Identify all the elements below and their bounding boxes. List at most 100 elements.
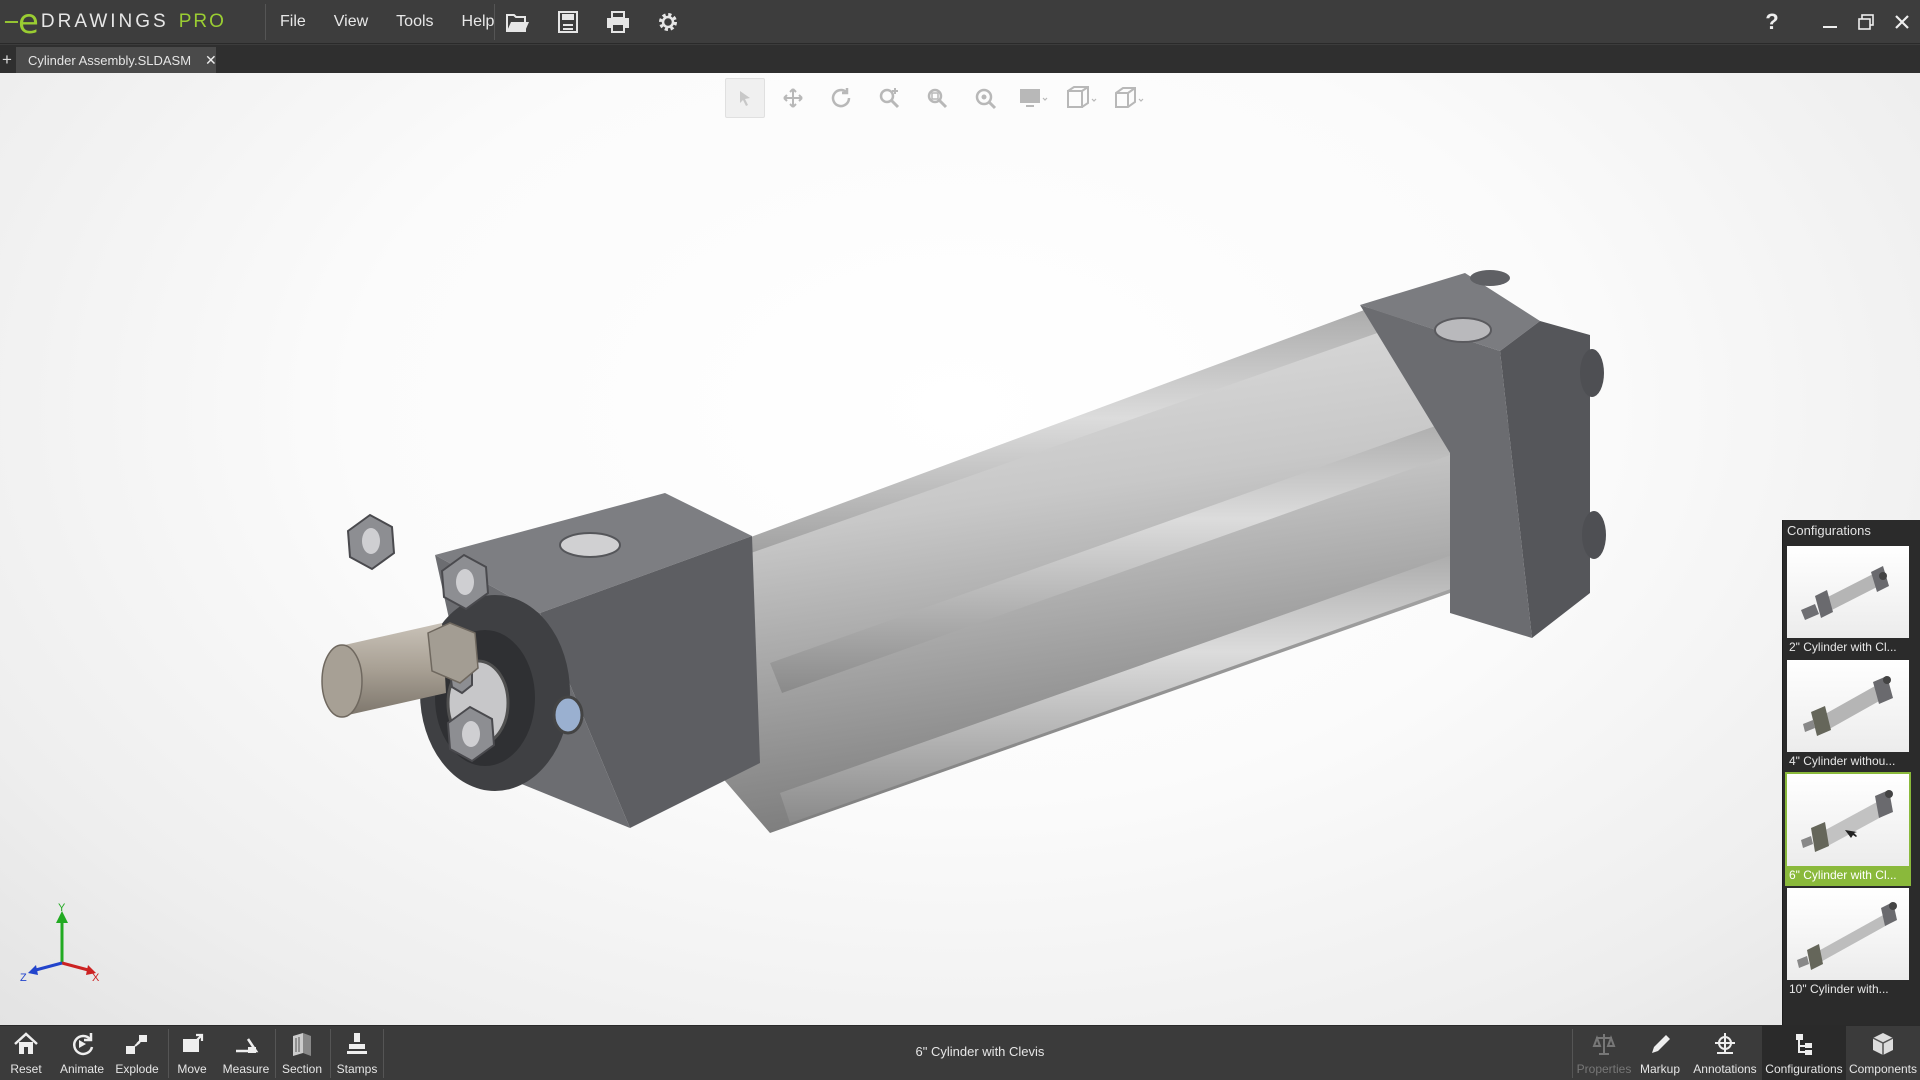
orientation-triad: Y X Z	[20, 903, 100, 983]
section-label: Section	[281, 1062, 323, 1076]
config-label: 4" Cylinder withou...	[1789, 754, 1896, 768]
zoom-to-area-button[interactable]	[917, 78, 957, 118]
pencil-icon	[1652, 1035, 1670, 1053]
explode-icon	[126, 1035, 147, 1054]
print-icon	[607, 11, 629, 33]
zoom-tool-button[interactable]	[869, 78, 909, 118]
tab-label: Cylinder Assembly.SLDASM	[28, 52, 192, 68]
pan-icon	[783, 88, 803, 108]
config-thumbnail	[1787, 774, 1909, 866]
rotate-tool-button[interactable]	[821, 78, 861, 118]
tab-cylinder-assembly[interactable]: Cylinder Assembly.SLDASM ✕	[16, 47, 217, 73]
configurations-panel: Configurations 2" Cylinder with Cl... 4"…	[1782, 520, 1920, 1025]
view-cube-button[interactable]	[1109, 78, 1149, 118]
view-toolbar	[725, 78, 1149, 118]
open-button[interactable]	[500, 4, 536, 40]
cylinder-thumbnail-icon	[1801, 566, 1889, 620]
cylinder-thumbnail-icon	[1803, 676, 1893, 736]
zoom-area-icon	[927, 88, 948, 109]
view-orientation-button[interactable]	[1061, 78, 1101, 118]
components-icon	[1872, 1033, 1894, 1055]
gear-icon	[659, 13, 677, 31]
explode-button[interactable]: Explode	[114, 1026, 160, 1080]
toolbar-divider	[383, 1029, 384, 1078]
animate-button[interactable]: Animate	[56, 1026, 108, 1080]
print-button[interactable]	[600, 4, 636, 40]
section-icon	[293, 1033, 311, 1056]
move-label: Move	[177, 1062, 207, 1076]
3d-viewport[interactable]: Y X Z	[0, 73, 1920, 1025]
section-button[interactable]: Section	[278, 1026, 326, 1080]
configurations-label: Configurations	[1765, 1062, 1843, 1076]
new-tab-button[interactable]: +	[0, 51, 14, 71]
save-icon	[558, 11, 578, 33]
components-label: Components	[1848, 1062, 1918, 1076]
explode-label: Explode	[115, 1062, 159, 1076]
axis-x-label: X	[92, 972, 100, 983]
menu-tools[interactable]: Tools	[382, 0, 447, 44]
toolbar-divider	[1572, 1029, 1573, 1078]
zoom-to-fit-button[interactable]	[965, 78, 1005, 118]
menu-bar: File View Tools Help	[266, 0, 508, 44]
title-bar: e DRAWINGS PRO File View Tools Help ?	[0, 0, 1920, 44]
cube-icon	[1115, 87, 1144, 108]
quick-access-toolbar	[500, 4, 686, 40]
reset-label: Reset	[10, 1062, 42, 1076]
select-tool-button[interactable]	[725, 78, 765, 118]
minimize-icon	[1823, 26, 1837, 28]
measure-icon	[236, 1038, 259, 1053]
document-tab-bar: + Cylinder Assembly.SLDASM ✕	[0, 45, 1920, 73]
display-style-button[interactable]	[1013, 78, 1053, 118]
active-configuration-status: 6" Cylinder with Clevis	[915, 1044, 1045, 1059]
stamp-icon	[347, 1033, 367, 1054]
window-controls: ?	[1754, 0, 1920, 44]
annotations-button[interactable]: Annotations	[1690, 1026, 1760, 1080]
restore-button[interactable]	[1848, 4, 1884, 40]
cylinder-thumbnail-icon	[1801, 790, 1893, 852]
toolbar-divider	[330, 1029, 331, 1078]
help-button[interactable]: ?	[1754, 4, 1790, 40]
markup-button[interactable]: Markup	[1636, 1026, 1684, 1080]
cursor-icon	[740, 91, 750, 106]
stamps-button[interactable]: Stamps	[334, 1026, 380, 1080]
menu-file[interactable]: File	[266, 0, 320, 44]
components-button[interactable]: Components	[1848, 1026, 1918, 1080]
reset-button[interactable]: Reset	[6, 1026, 46, 1080]
measure-button[interactable]: Measure	[220, 1026, 272, 1080]
balance-scale-icon	[1592, 1034, 1616, 1055]
configurations-button[interactable]: Configurations	[1762, 1026, 1846, 1080]
properties-button[interactable]: Properties	[1576, 1026, 1632, 1080]
home-icon	[14, 1032, 38, 1054]
toolbar-divider	[275, 1029, 276, 1078]
menu-view[interactable]: View	[320, 0, 382, 44]
config-item-4-inch[interactable]: 4" Cylinder withou...	[1787, 660, 1909, 770]
tab-close-button[interactable]: ✕	[205, 52, 217, 69]
properties-label: Properties	[1576, 1062, 1632, 1076]
save-button[interactable]	[550, 4, 586, 40]
config-item-2-inch[interactable]: 2" Cylinder with Cl...	[1787, 546, 1909, 656]
stamps-label: Stamps	[336, 1062, 378, 1076]
cylinder-assembly-model[interactable]	[300, 193, 1680, 913]
app-brand: DRAWINGS	[40, 11, 169, 32]
config-item-10-inch[interactable]: 10" Cylinder with...	[1787, 888, 1909, 998]
configurations-icon	[1796, 1034, 1812, 1055]
axis-z-label: Z	[20, 972, 27, 983]
bottom-toolbar: Reset Animate Explode Move Measure Secti…	[0, 1025, 1920, 1080]
animate-label: Animate	[59, 1062, 105, 1076]
minimize-button[interactable]	[1812, 4, 1848, 40]
open-icon	[506, 14, 529, 32]
measure-label: Measure	[222, 1062, 270, 1076]
config-thumbnail	[1787, 546, 1909, 638]
move-button[interactable]: Move	[172, 1026, 212, 1080]
close-window-button[interactable]	[1884, 4, 1920, 40]
config-item-6-inch[interactable]: 6" Cylinder with Cl...	[1785, 772, 1911, 886]
toolbar-divider	[168, 1029, 169, 1078]
settings-button[interactable]	[650, 4, 686, 40]
app-edition: PRO	[178, 11, 226, 32]
zoom-icon	[879, 88, 900, 109]
config-thumbnail	[1787, 888, 1909, 980]
rotate-icon	[831, 88, 851, 108]
annotation-icon	[1715, 1033, 1735, 1054]
pan-tool-button[interactable]	[773, 78, 813, 118]
restore-icon	[1858, 14, 1874, 30]
